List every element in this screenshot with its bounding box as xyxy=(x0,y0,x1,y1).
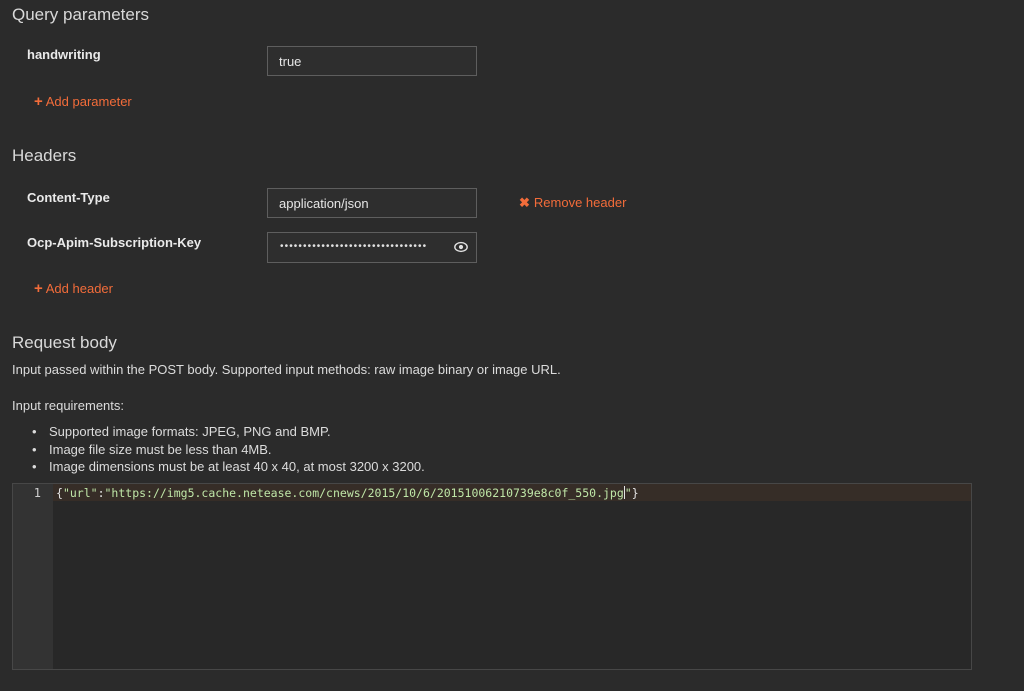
header-name-content-type: Content-Type xyxy=(27,190,110,205)
code-closing-quote: " xyxy=(624,486,632,500)
plus-icon: + xyxy=(34,93,43,110)
list-item: Image file size must be less than 4MB. xyxy=(12,441,425,459)
headers-title: Headers xyxy=(12,146,77,165)
subscription-key-input[interactable]: •••••••••••••••••••••••••••••••• xyxy=(267,232,477,263)
remove-header-label: Remove header xyxy=(533,195,627,210)
code-url-value: "https://img5.cache.netease.com/cnews/20… xyxy=(104,486,624,500)
add-parameter-label: Add parameter xyxy=(45,94,132,109)
add-header-link[interactable]: + Add header xyxy=(34,281,113,297)
add-header-label: Add header xyxy=(45,281,113,296)
remove-header-link[interactable]: ✖ Remove header xyxy=(519,195,626,211)
request-body-title: Request body xyxy=(12,333,117,352)
request-body-description: Input passed within the POST body. Suppo… xyxy=(12,362,561,377)
input-requirements-title: Input requirements: xyxy=(12,398,125,413)
param-value-handwriting-input[interactable] xyxy=(267,46,477,76)
list-item: Image dimensions must be at least 40 x 4… xyxy=(12,458,425,476)
header-value-content-type-input[interactable] xyxy=(267,188,477,218)
close-icon: ✖ xyxy=(519,195,530,210)
requirements-list: Supported image formats: JPEG, PNG and B… xyxy=(12,423,425,476)
code-colon: : xyxy=(97,486,105,500)
code-open-brace: { xyxy=(56,486,63,500)
add-parameter-link[interactable]: + Add parameter xyxy=(34,94,132,110)
editor-gutter: 1 xyxy=(13,484,53,669)
list-item: Supported image formats: JPEG, PNG and B… xyxy=(12,423,425,441)
code-line[interactable]: {"url":"https://img5.cache.netease.com/c… xyxy=(56,485,639,501)
eye-icon[interactable] xyxy=(454,241,468,253)
plus-icon: + xyxy=(34,280,43,297)
masked-key-value: •••••••••••••••••••••••••••••••• xyxy=(280,241,428,252)
query-parameters-title: Query parameters xyxy=(12,5,149,24)
code-close-brace: } xyxy=(631,486,639,500)
header-name-subscription-key: Ocp-Apim-Subscription-Key xyxy=(27,235,202,250)
request-body-editor[interactable]: 1 {"url":"https://img5.cache.netease.com… xyxy=(12,483,972,670)
line-number: 1 xyxy=(33,486,41,500)
code-key: "url" xyxy=(62,486,98,500)
param-name-handwriting: handwriting xyxy=(27,47,101,62)
